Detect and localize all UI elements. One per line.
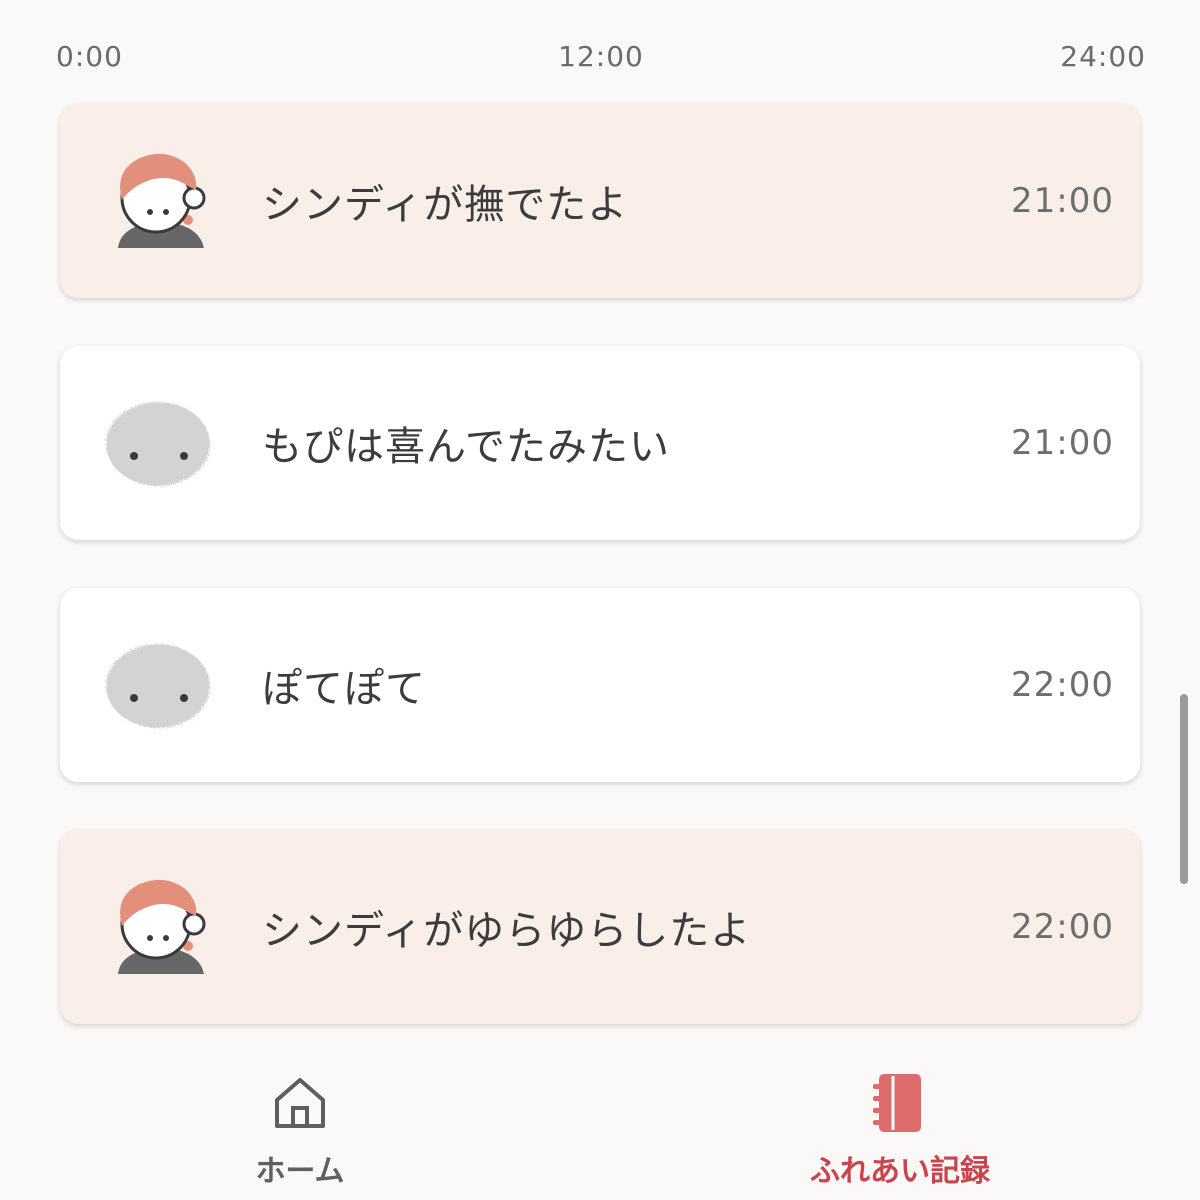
records-list: シンディが撫でたよ 21:00 もぴは喜んでたみたい 21:00 ぽてぽて 22… [60,104,1140,1072]
nav-records-tab[interactable]: ふれあい記録 [780,1072,1020,1192]
home-icon [275,1078,325,1128]
record-time: 22:00 [1011,907,1114,947]
interaction-records-screen: 0:00 12:00 24:00 シンディが撫でたよ 21:00 もぴは喜んでた… [0,0,1200,1200]
pet-avatar-icon [106,644,210,728]
person-avatar-icon [118,879,206,974]
timeline-mid-label: 12:00 [558,40,644,73]
nav-home-tab[interactable]: ホーム [180,1072,420,1192]
notebook-icon [873,1074,921,1132]
record-text: ぽてぽて [262,666,426,712]
pet-avatar-icon [106,402,210,486]
record-text: もぴは喜んでたみたい [262,424,670,470]
scrollbar[interactable] [1180,694,1188,884]
record-card[interactable]: シンディが撫でたよ 21:00 [60,104,1140,298]
person-avatar-icon [118,153,206,248]
bottom-navigation: ホーム ふれあい記録 [0,1060,1200,1200]
nav-records-label: ふれあい記録 [810,1154,990,1189]
timeline-start-label: 0:00 [56,40,123,73]
timeline-end-label: 24:00 [1060,40,1146,73]
record-text: シンディが撫でたよ [262,182,629,228]
record-card[interactable]: シンディがゆらゆらしたよ 22:00 [60,830,1140,1024]
record-card[interactable]: ぽてぽて 22:00 [60,588,1140,782]
timeline-axis: 0:00 12:00 24:00 [56,40,1146,80]
record-time: 22:00 [1011,665,1114,705]
record-text: シンディがゆらゆらしたよ [262,908,752,954]
record-time: 21:00 [1011,423,1114,463]
record-time: 21:00 [1011,181,1114,221]
record-card[interactable]: もぴは喜んでたみたい 21:00 [60,346,1140,540]
nav-home-label: ホーム [255,1154,345,1189]
